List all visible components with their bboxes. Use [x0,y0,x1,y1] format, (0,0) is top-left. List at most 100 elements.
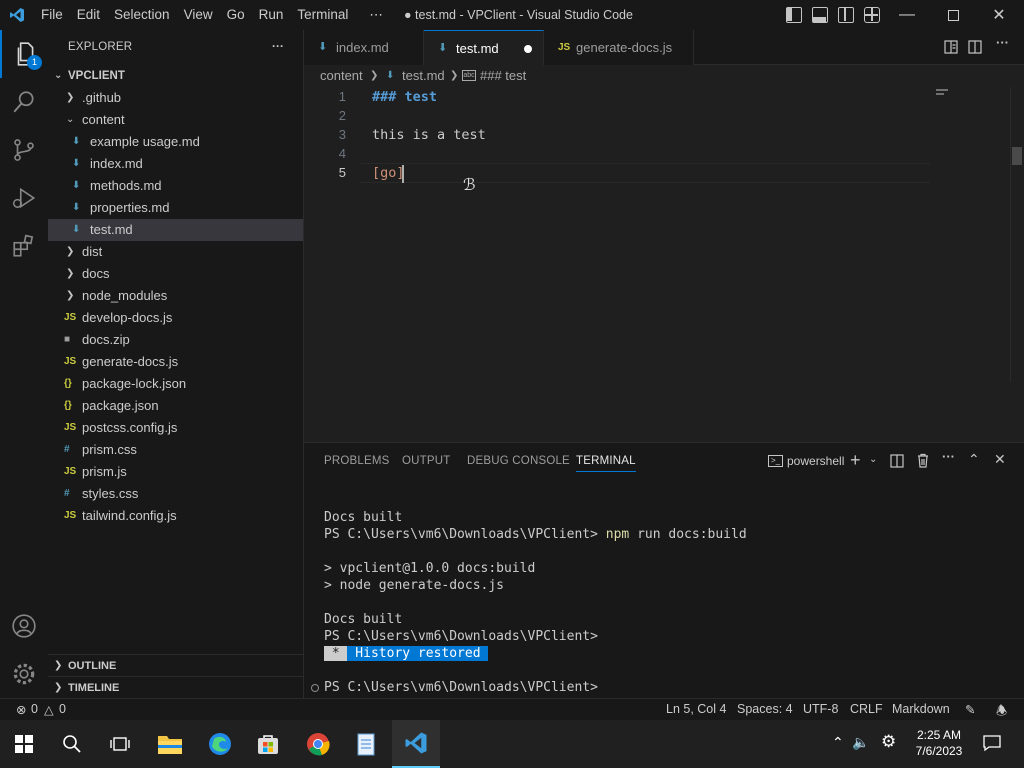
timeline-section[interactable]: ❯ TIMELINE [48,676,303,698]
tree-file[interactable]: {} package-lock.json [48,373,303,395]
tree-file[interactable]: JS postcss.config.js [48,417,303,439]
minimap[interactable] [936,87,954,97]
maximize-icon[interactable] [930,0,976,30]
cursor-position[interactable]: Ln 5, Col 4 [666,702,726,716]
toggle-primary-sidebar-icon[interactable] [786,7,802,23]
menu-go[interactable]: Go [220,0,252,30]
menu-selection[interactable]: Selection [107,0,177,30]
panel-tab-problems[interactable]: PROBLEMS [324,455,390,467]
taskbar-clock[interactable]: 2:25 AM 7/6/2023 [906,727,972,759]
tree-file[interactable]: JS develop-docs.js [48,307,303,329]
menu-terminal[interactable]: Terminal [290,0,355,30]
menu-view[interactable]: View [177,0,220,30]
tree-file[interactable]: JS prism.js [48,461,303,483]
file-explorer-icon[interactable] [146,720,194,768]
panel-tab-debug-console[interactable]: DEBUG CONSOLE [467,455,570,467]
search-icon[interactable] [0,78,48,126]
code-editor[interactable]: 1 2 3 4 5 ### test this is a test [go] ℬ [304,87,1024,442]
split-terminal-icon[interactable] [890,454,904,471]
notification-center-icon[interactable] [983,734,1001,755]
error-count[interactable]: 0 [31,702,38,716]
tree-file[interactable]: # prism.css [48,439,303,461]
tree-file[interactable]: ■ docs.zip [48,329,303,351]
terminal-line: Docs built [324,612,403,627]
split-editor-icon[interactable] [968,40,982,57]
workspace-root[interactable]: ⌄ VPCLIENT [48,65,303,87]
toggle-secondary-sidebar-icon[interactable] [838,7,854,23]
tree-folder[interactable]: ❯ .github [48,87,303,109]
menu-more[interactable]: ⋯ [355,0,390,30]
tree-folder[interactable]: ❯ docs [48,263,303,285]
open-preview-icon[interactable] [944,40,958,57]
command-decoration-icon[interactable] [311,684,319,692]
tab-test-md[interactable]: ⬇ test.md [424,30,544,65]
microsoft-store-icon[interactable] [244,720,292,768]
panel-tab-output[interactable]: OUTPUT [402,455,450,467]
taskbar-search-icon[interactable] [48,720,96,768]
panel-more-actions[interactable]: ··· [942,449,955,464]
windows-start-icon[interactable] [0,720,48,768]
breadcrumb-folder[interactable]: content [320,68,363,83]
tree-folder[interactable]: ❯ node_modules [48,285,303,307]
panel-tab-terminal[interactable]: TERMINAL [576,455,636,472]
breadcrumb-symbol[interactable]: ### test [480,68,526,83]
warning-count[interactable]: 0 [59,702,66,716]
minimize-icon[interactable]: — [884,0,930,30]
run-and-debug-icon[interactable] [0,174,48,222]
volume-icon[interactable]: 🔈 [852,734,869,751]
tree-file[interactable]: JS generate-docs.js [48,351,303,373]
close-window-icon[interactable]: ✕ [976,0,1022,30]
tree-folder[interactable]: ⌄ content [48,109,303,131]
chevron-down-icon[interactable]: ⌄ [869,454,877,465]
warning-icon[interactable]: △ [44,702,54,717]
tree-file[interactable]: {} package.json [48,395,303,417]
tree-folder[interactable]: ❯ dist [48,241,303,263]
tree-file[interactable]: ⬇ properties.md [48,197,303,219]
outline-section[interactable]: ❯ OUTLINE [48,654,303,676]
accounts-icon[interactable] [0,602,48,650]
indentation[interactable]: Spaces: 4 [737,702,793,716]
end-of-line[interactable]: CRLF [850,702,883,716]
trash-icon[interactable] [916,453,930,471]
explorer-more-actions[interactable]: ··· [272,30,284,65]
menu-run[interactable]: Run [252,0,291,30]
tab-index-md[interactable]: ⬇ index.md [304,30,424,65]
tree-file[interactable]: ⬇ index.md [48,153,303,175]
extensions-icon[interactable] [0,222,48,270]
markdown-file-icon: ⬇ [72,202,81,213]
tree-file[interactable]: ⬇ example usage.md [48,131,303,153]
encoding[interactable]: UTF-8 [803,702,838,716]
notepad-icon[interactable] [342,720,390,768]
close-panel-icon[interactable]: ✕ [994,451,1006,468]
explorer-icon[interactable]: 1 [0,30,48,78]
language-mode[interactable]: Markdown [892,702,950,716]
menu-file[interactable]: File [34,0,70,30]
feedback-icon[interactable]: ✎ [965,702,975,717]
task-view-icon[interactable] [96,720,144,768]
new-terminal-icon[interactable]: + [850,450,861,471]
toggle-panel-icon[interactable] [812,7,828,23]
unsaved-dot-icon[interactable] [524,45,532,53]
error-icon[interactable]: ⊗ [16,702,26,717]
breadcrumb-file[interactable]: test.md [402,68,445,83]
maximize-panel-icon[interactable]: ⌃ [968,451,980,468]
tree-file[interactable]: JS tailwind.config.js [48,505,303,527]
tree-item-label: example usage.md [90,134,200,149]
menu-edit[interactable]: Edit [70,0,107,30]
line-number: 2 [338,108,346,123]
edge-browser-icon[interactable] [196,720,244,768]
settings-gear-icon[interactable]: ⚙ [881,732,896,752]
editor-more-actions[interactable]: ··· [996,35,1009,50]
tree-file[interactable]: # styles.css [48,483,303,505]
tree-file[interactable]: ⬇ test.md [48,219,303,241]
show-hidden-icons-chevron-icon[interactable]: ⌃ [832,734,844,751]
source-control-icon[interactable] [0,126,48,174]
chrome-icon[interactable] [294,720,342,768]
customize-layout-icon[interactable] [864,7,880,23]
manage-gear-icon[interactable] [0,650,48,698]
terminal-shell-selector[interactable]: >_ powershell [768,454,844,468]
vscode-taskbar-icon[interactable] [392,720,440,768]
editor-scrollbar[interactable] [1012,147,1022,165]
tab-generate-docs-js[interactable]: JS generate-docs.js [544,30,694,65]
tree-file[interactable]: ⬇ methods.md [48,175,303,197]
